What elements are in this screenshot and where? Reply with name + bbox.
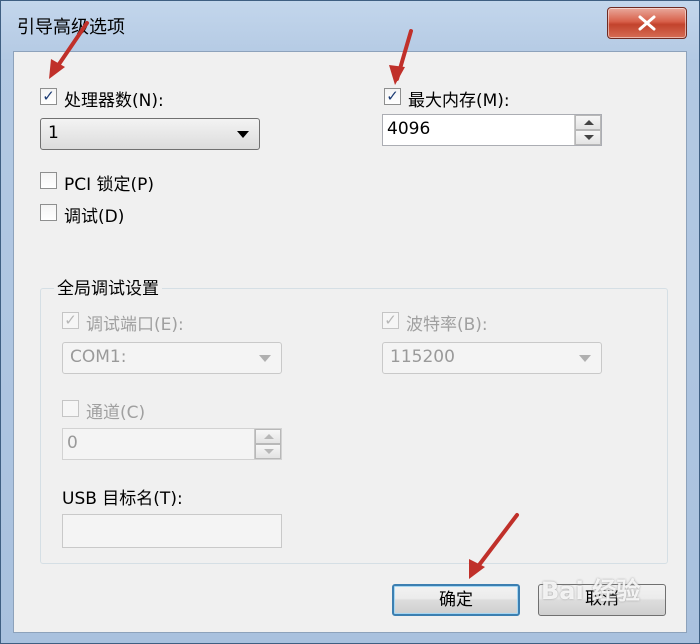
watermark: Bai 经验	[541, 577, 641, 605]
annotation-arrow-ok	[471, 513, 519, 575]
annotation-arrows	[49, 21, 519, 579]
dialog-window: 引导高级选项 ✓ 处理器数(N): 1 ✓ 最大内存(M): 4096 PCI …	[0, 0, 700, 644]
